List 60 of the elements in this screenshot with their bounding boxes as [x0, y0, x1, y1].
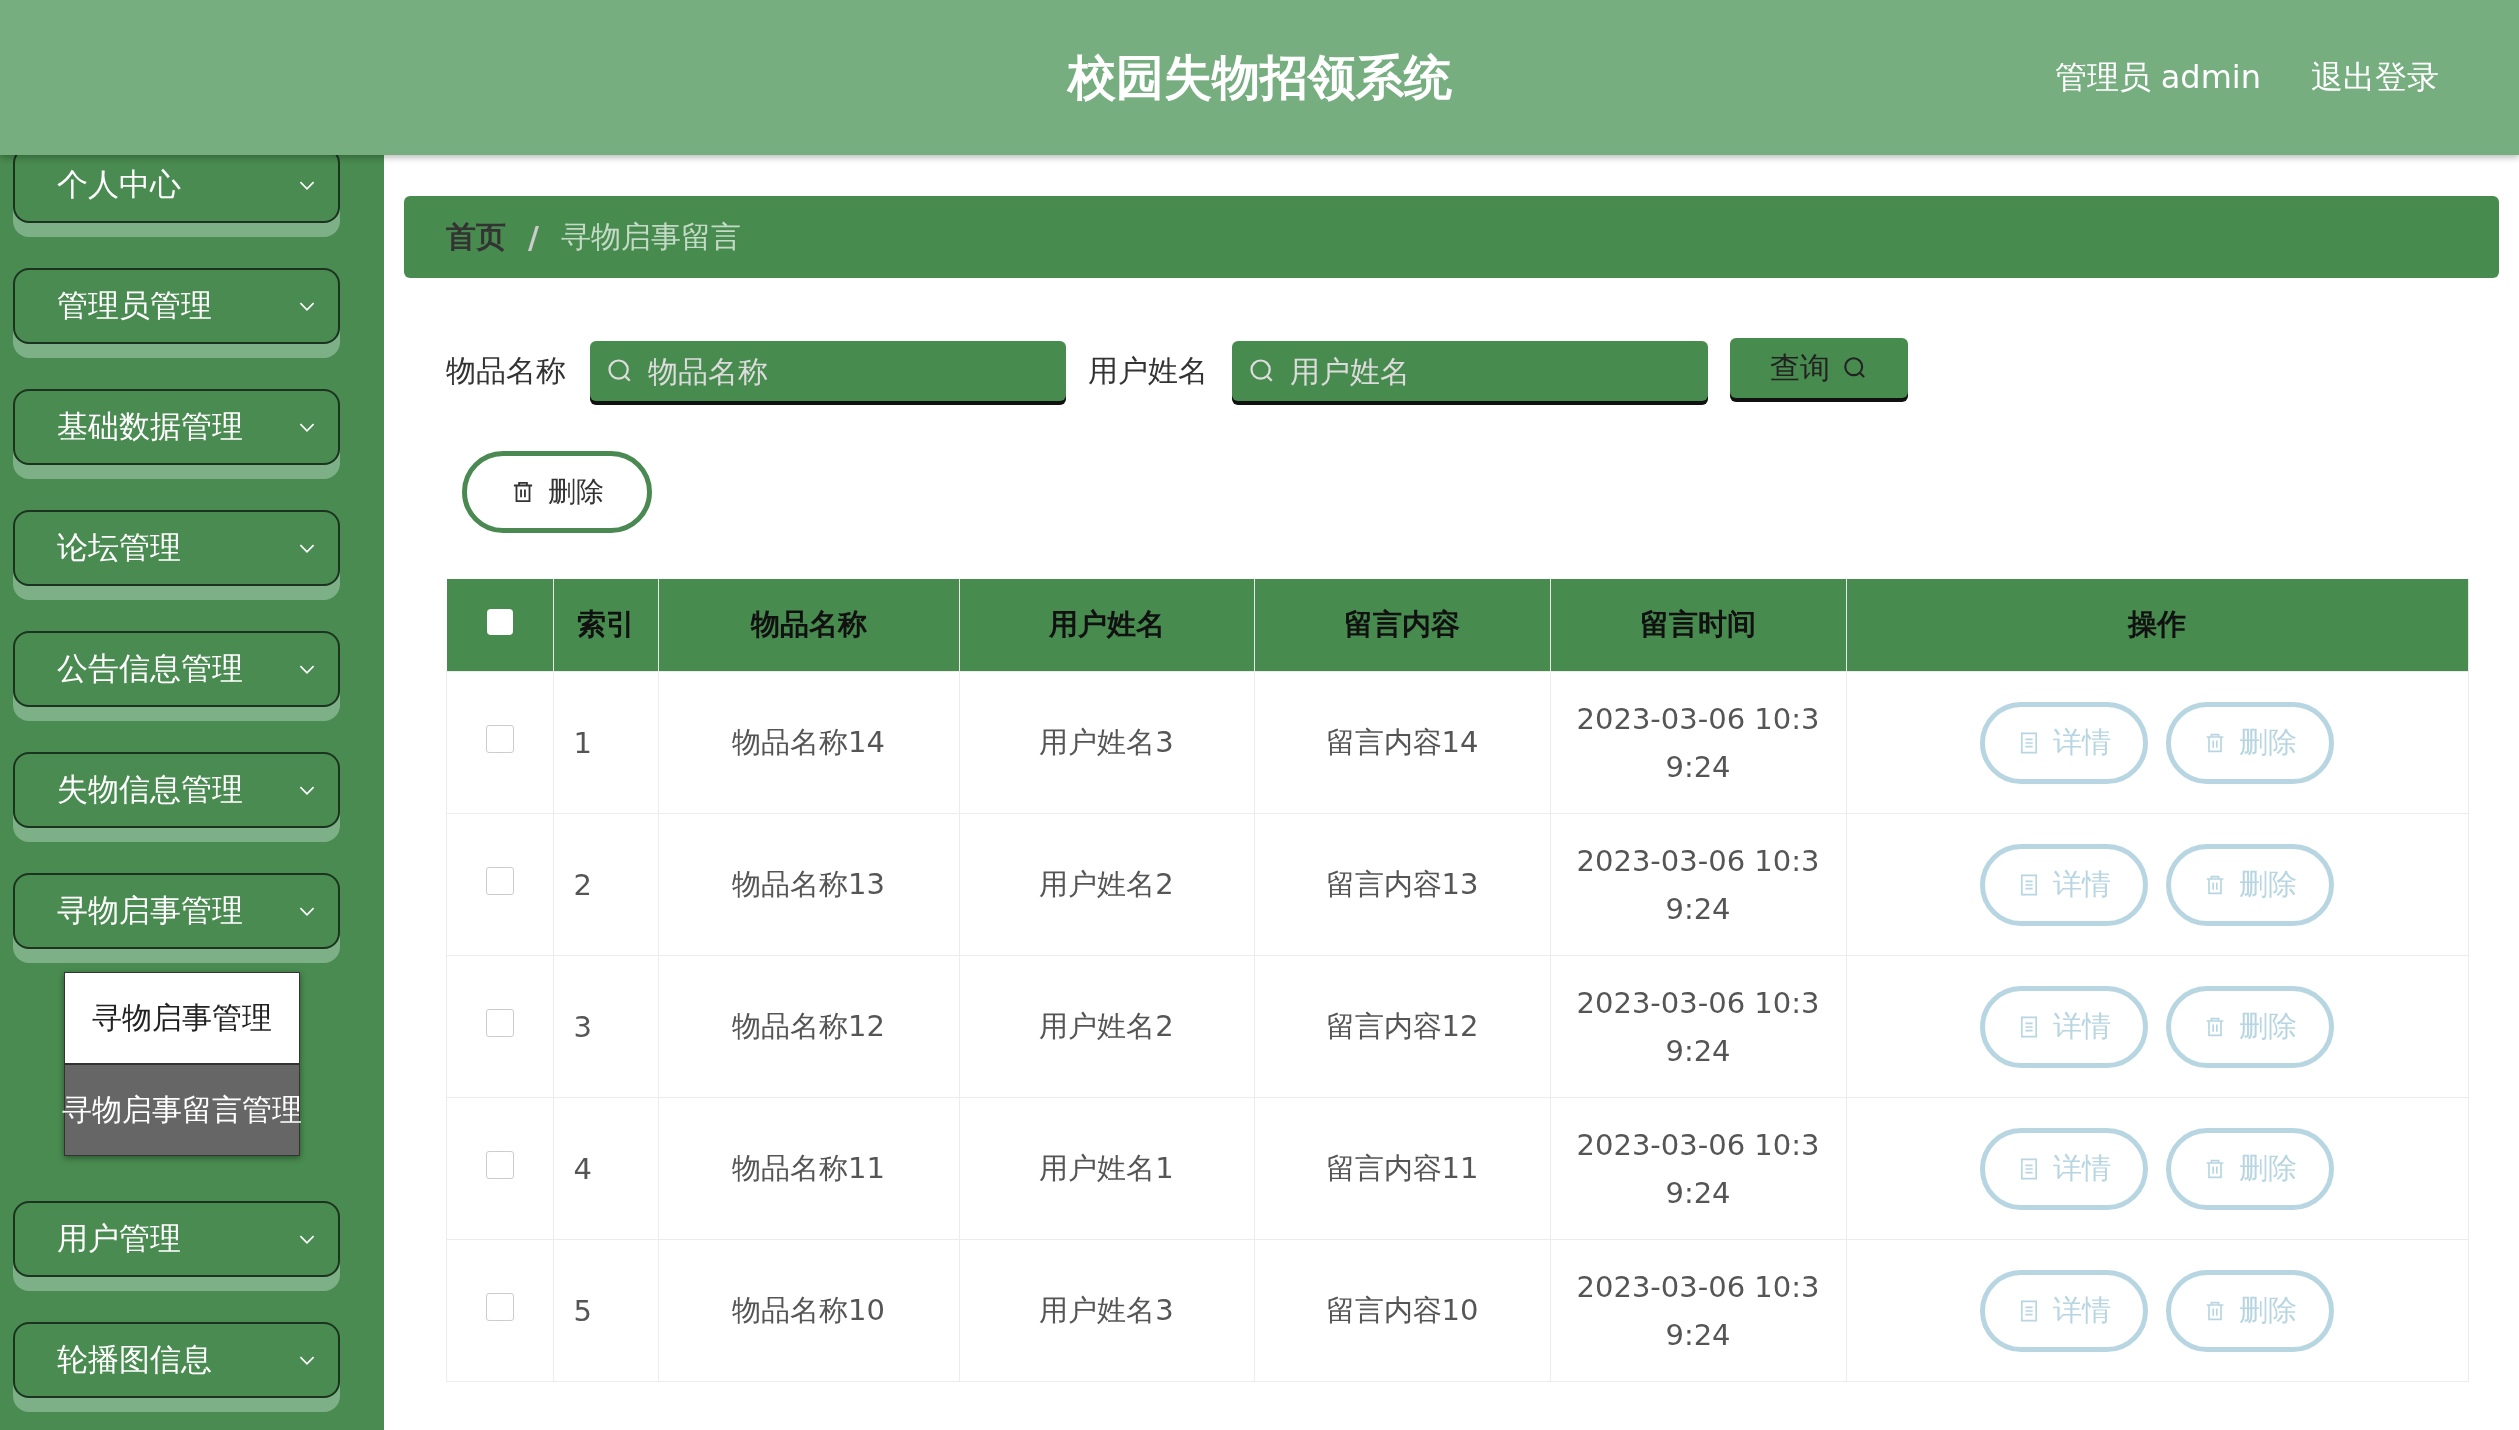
table-cell: 2023-03-06 10:39:24 — [1550, 1239, 1846, 1382]
table-cell: 物品名称12 — [658, 955, 959, 1098]
submenu-item[interactable]: 寻物启事留言管理 — [64, 1064, 300, 1156]
row-checkbox[interactable] — [485, 1151, 514, 1179]
search-input[interactable]: 用户姓名 — [1288, 352, 1692, 390]
chevron-icon — [298, 905, 316, 917]
table-cell: 2023-03-06 10:39:24 — [1550, 671, 1846, 814]
table-cell: 留言内容13 — [1254, 813, 1550, 956]
table-cell: 留言内容10 — [1254, 1239, 1550, 1382]
table-cell: 留言内容14 — [1254, 671, 1550, 814]
chevron-icon — [298, 1354, 316, 1366]
breadcrumb-current: 寻物启事留言 — [560, 217, 741, 256]
column-header: 物品名称 — [658, 579, 959, 672]
logout-link[interactable]: 退出登录 — [2311, 55, 2439, 100]
table-cell: 用户姓名3 — [959, 1239, 1254, 1382]
column-header: 留言内容 — [1254, 579, 1550, 672]
chevron-icon — [298, 784, 316, 796]
select-all-checkbox[interactable] — [486, 609, 513, 635]
table-cell: 留言内容11 — [1254, 1097, 1550, 1240]
column-header: 操作 — [1846, 579, 2468, 672]
table-cell: 物品名称11 — [658, 1097, 959, 1240]
user-label: 管理员 admin — [2054, 56, 2261, 98]
chevron-icon — [298, 421, 316, 433]
row-checkbox[interactable] — [485, 1009, 514, 1037]
table-cell: 3 — [553, 955, 658, 1098]
submenu-item[interactable]: 寻物启事管理 — [64, 972, 300, 1064]
chevron-icon — [298, 663, 316, 675]
table-cell: 4 — [553, 1097, 658, 1240]
row-checkbox[interactable] — [485, 1293, 514, 1321]
table-cell: 2 — [553, 813, 658, 956]
table-cell: 物品名称10 — [658, 1239, 959, 1382]
field-label: 物品名称 — [446, 351, 566, 390]
search-input[interactable]: 物品名称 — [646, 352, 1050, 390]
table-cell: 物品名称14 — [658, 671, 959, 814]
row-checkbox[interactable] — [485, 867, 514, 895]
column-header: 用户姓名 — [959, 579, 1254, 672]
table-cell: 用户姓名2 — [959, 813, 1254, 956]
column-header: 留言时间 — [1550, 579, 1846, 672]
table-cell: 2023-03-06 10:39:24 — [1550, 1097, 1846, 1240]
table-cell: 留言内容12 — [1254, 955, 1550, 1098]
breadcrumb-link[interactable]: 首页 — [446, 216, 506, 258]
table-cell: 用户姓名2 — [959, 955, 1254, 1098]
row-checkbox[interactable] — [485, 725, 514, 753]
chevron-icon — [298, 179, 316, 191]
delete-button[interactable]: 删除 — [462, 451, 652, 533]
table-cell: 用户姓名1 — [959, 1097, 1254, 1240]
table-cell: 2023-03-06 10:39:24 — [1550, 813, 1846, 956]
field-label: 用户姓名 — [1088, 351, 1208, 390]
table-cell: 用户姓名3 — [959, 671, 1254, 814]
table-cell: 2023-03-06 10:39:24 — [1550, 955, 1846, 1098]
table-cell: 物品名称13 — [658, 813, 959, 956]
app-title: 校园失物招领系统 — [1067, 47, 1452, 107]
search-icon — [1842, 355, 1868, 381]
chevron-icon — [298, 1233, 316, 1245]
chevron-icon — [298, 300, 316, 312]
column-header: 索引 — [553, 579, 658, 672]
table-cell: 1 — [553, 671, 658, 814]
chevron-icon — [298, 542, 316, 554]
table-cell: 5 — [553, 1239, 658, 1382]
breadcrumb-separator: / — [528, 219, 539, 255]
